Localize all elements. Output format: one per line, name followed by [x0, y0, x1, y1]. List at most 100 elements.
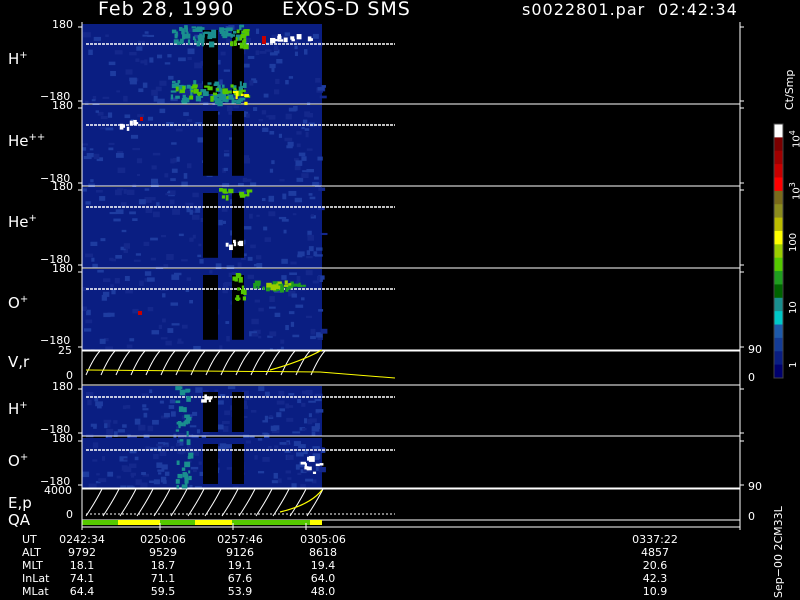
speckle-he2: [100, 127, 106, 130]
speckle-he1: [129, 211, 136, 215]
speckle-he2: [95, 110, 100, 113]
speckle-he1: [318, 187, 326, 191]
speckle-h1: [136, 46, 143, 51]
speckle-he1: [100, 238, 106, 242]
speckle-o2: [101, 456, 106, 461]
speckle-he1: [281, 258, 288, 264]
speckle-he1: [307, 234, 315, 241]
footer-alt-1: 9529: [149, 546, 177, 559]
speckle-h2: [227, 386, 236, 390]
speckle-he1: [113, 218, 121, 222]
speckle-he2: [258, 118, 264, 122]
speckle-o1: [103, 278, 111, 283]
speckle-he2: [262, 127, 269, 132]
speckle-he1: [85, 201, 91, 205]
speckle-he1: [172, 208, 181, 215]
speckle-o2: [107, 471, 114, 477]
flux-cell: [119, 123, 124, 130]
speckle-he1: [268, 195, 275, 202]
speckle-he2: [271, 160, 275, 165]
speckle-h1: [138, 88, 144, 93]
speckle-h1: [303, 49, 308, 55]
speckle-he1: [121, 229, 127, 233]
flux-cell: [186, 84, 191, 89]
speckle-he1: [283, 229, 287, 234]
flux-cell: [221, 195, 225, 199]
speckle-h2: [269, 414, 273, 418]
speckle-h2: [308, 413, 312, 418]
speckle-h1: [153, 95, 158, 102]
flux-cell: [240, 289, 244, 295]
flux-cell: [126, 126, 130, 131]
speckle-o2: [158, 472, 162, 475]
speckle-he1: [263, 226, 268, 231]
speckle-he2: [183, 112, 189, 116]
speckle-o1: [295, 304, 304, 308]
speckle-h2: [152, 419, 159, 425]
speckle-o1: [300, 297, 305, 301]
speckle-o1: [171, 274, 180, 280]
speckle-he1: [297, 251, 305, 257]
flux-cell: [283, 37, 288, 43]
speckle-he1: [256, 255, 262, 260]
speckle-he1: [138, 199, 146, 205]
speckle-he1: [261, 197, 266, 201]
speckle-o2: [286, 454, 294, 460]
speckle-h2: [264, 415, 268, 422]
speckle-h1: [149, 57, 154, 63]
flux-cell: [288, 283, 292, 286]
speckle-o2: [318, 467, 326, 473]
speckle-h2: [113, 420, 118, 424]
panel-label-vr: V,r: [8, 353, 30, 371]
speckle-o1: [219, 345, 223, 350]
speckle-he2: [296, 131, 302, 135]
speckle-h1: [312, 33, 319, 39]
speckle-he2: [82, 143, 88, 146]
speckle-o1: [165, 340, 172, 346]
flux-cell: [208, 41, 215, 48]
speckle-o2: [82, 471, 90, 478]
speckle-h1: [144, 59, 148, 66]
flux-cell: [233, 87, 237, 90]
speckle-he1: [123, 188, 127, 194]
flux-cell: [188, 475, 192, 481]
speckle-o1: [296, 275, 301, 282]
speckle-he1: [166, 253, 174, 260]
speckle-he2: [288, 107, 297, 112]
speckle-he1: [195, 207, 201, 213]
flux-cell: [175, 95, 180, 99]
speckle-he2: [285, 113, 292, 120]
flux-cell: [186, 431, 189, 437]
speckle-h1: [178, 57, 186, 62]
speckle-he1: [99, 196, 106, 201]
speckle-he2: [83, 156, 92, 160]
speckle-he2: [170, 178, 176, 182]
panel-label-he1: He+: [8, 213, 37, 231]
qa-segment: [160, 520, 195, 525]
ytick-he2-max: 180: [52, 99, 73, 112]
flux-cell: [186, 31, 189, 36]
speckle-o1: [225, 321, 230, 324]
speckle-o1: [316, 275, 321, 281]
flux-cell: [232, 276, 237, 281]
footer-inlat-2: 67.6: [227, 572, 253, 585]
speckle-o2: [312, 446, 320, 449]
speckle-o2: [116, 475, 121, 479]
speckle-h1: [285, 80, 289, 85]
speckle-h2: [288, 393, 295, 396]
flux-cell: [238, 98, 243, 102]
speckle-he1: [268, 211, 276, 217]
spectrogram-h2: [82, 386, 322, 436]
speckle-h1: [321, 85, 326, 88]
speckle-he1: [256, 263, 263, 268]
speckle-he1: [197, 254, 202, 258]
colorbar-swatch-0: [774, 124, 783, 138]
data-gap-h2: [232, 392, 244, 432]
speckle-he2: [243, 155, 250, 161]
flux-cell: [177, 80, 181, 84]
speckle-he2: [312, 181, 319, 187]
flux-cell: [181, 100, 187, 103]
speckle-o1: [226, 335, 230, 342]
flux-cell: [188, 470, 191, 474]
flux-cell: [207, 86, 213, 91]
